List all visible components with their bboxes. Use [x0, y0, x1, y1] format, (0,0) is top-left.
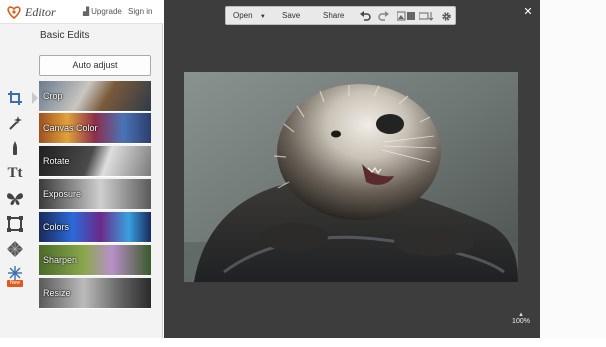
texture-icon — [7, 241, 23, 257]
resize-label: Resize — [43, 288, 71, 298]
canvas-color-label: Canvas Color — [43, 123, 98, 133]
exposure-label: Exposure — [43, 189, 82, 199]
frame-icon — [7, 216, 23, 232]
resize-item[interactable]: Resize — [39, 278, 151, 309]
snowflake-icon — [8, 266, 22, 280]
settings-button[interactable] — [440, 10, 452, 22]
crop-item[interactable]: Crop — [39, 81, 151, 112]
rotate-label: Rotate — [43, 156, 70, 166]
share-button[interactable]: Share — [323, 7, 344, 26]
exposure-item[interactable]: Exposure — [39, 179, 151, 210]
close-button[interactable]: ✕ — [522, 6, 534, 18]
compare-icon — [397, 11, 415, 21]
app-logo-text: Editor — [25, 5, 56, 19]
upgrade-label: Upgrade — [91, 7, 122, 16]
butterfly-icon — [7, 193, 23, 205]
rotate-item[interactable]: Rotate — [39, 146, 151, 177]
compare-button[interactable] — [397, 10, 415, 22]
save-button[interactable]: Save — [282, 7, 300, 26]
right-margin — [540, 0, 606, 338]
magic-wand-icon — [9, 116, 22, 130]
open-button[interactable]: Open ▼ — [233, 7, 266, 26]
crop-label: Crop — [43, 91, 63, 101]
canvas-color-item[interactable]: Canvas Color — [39, 113, 151, 144]
photo-canvas[interactable] — [184, 72, 518, 282]
touch-up-tool[interactable] — [5, 138, 25, 158]
sign-in-link[interactable]: Sign in — [128, 7, 152, 16]
gear-icon — [441, 11, 451, 21]
zoom-control[interactable]: ▲ 100% — [508, 312, 534, 325]
effects-tool[interactable] — [5, 113, 25, 133]
zoom-level: 100% — [512, 318, 530, 325]
touch-up-icon — [13, 141, 17, 155]
upgrade-link[interactable]: ▟ Upgrade — [83, 7, 122, 16]
colors-label: Colors — [43, 222, 70, 232]
undo-button[interactable] — [359, 10, 371, 22]
frames-tool[interactable] — [5, 214, 25, 234]
redo-button[interactable] — [377, 10, 389, 22]
panel-title: Basic Edits — [40, 30, 90, 41]
layers-icon — [419, 12, 434, 21]
left-panel: Editor ▟ Upgrade Sign in Basic Edits Aut… — [0, 0, 163, 338]
textures-tool[interactable] — [5, 239, 25, 259]
chevron-down-icon: ▼ — [259, 14, 266, 20]
workspace: Open ▼ Save Share ✕ ▲ 100% — [164, 0, 540, 338]
upgrade-icon: ▟ — [83, 7, 90, 16]
sharpen-item[interactable]: Sharpen — [39, 245, 151, 276]
new-badge: New — [7, 280, 23, 287]
overlays-tool[interactable] — [5, 189, 25, 209]
bottom-margin — [0, 338, 606, 347]
close-icon: ✕ — [523, 6, 533, 18]
undo-icon — [359, 11, 371, 21]
layers-button[interactable] — [419, 10, 435, 22]
sharpen-label: Sharpen — [43, 255, 78, 265]
text-tool[interactable]: Tt — [5, 163, 25, 183]
top-toolbar: Open ▼ Save Share — [225, 6, 456, 25]
crop-icon — [8, 91, 22, 105]
otter-photo — [184, 72, 518, 282]
auto-adjust-button[interactable]: Auto adjust — [39, 55, 151, 76]
logo-icon — [7, 6, 21, 20]
text-icon: Tt — [7, 164, 23, 181]
open-label: Open — [233, 11, 253, 20]
colors-item[interactable]: Colors — [39, 212, 151, 243]
top-bar: Editor ▟ Upgrade Sign in — [0, 0, 163, 24]
editor-window: Editor ▟ Upgrade Sign in Basic Edits Aut… — [0, 0, 606, 347]
crop-tool[interactable] — [5, 88, 38, 108]
redo-icon — [377, 11, 389, 21]
